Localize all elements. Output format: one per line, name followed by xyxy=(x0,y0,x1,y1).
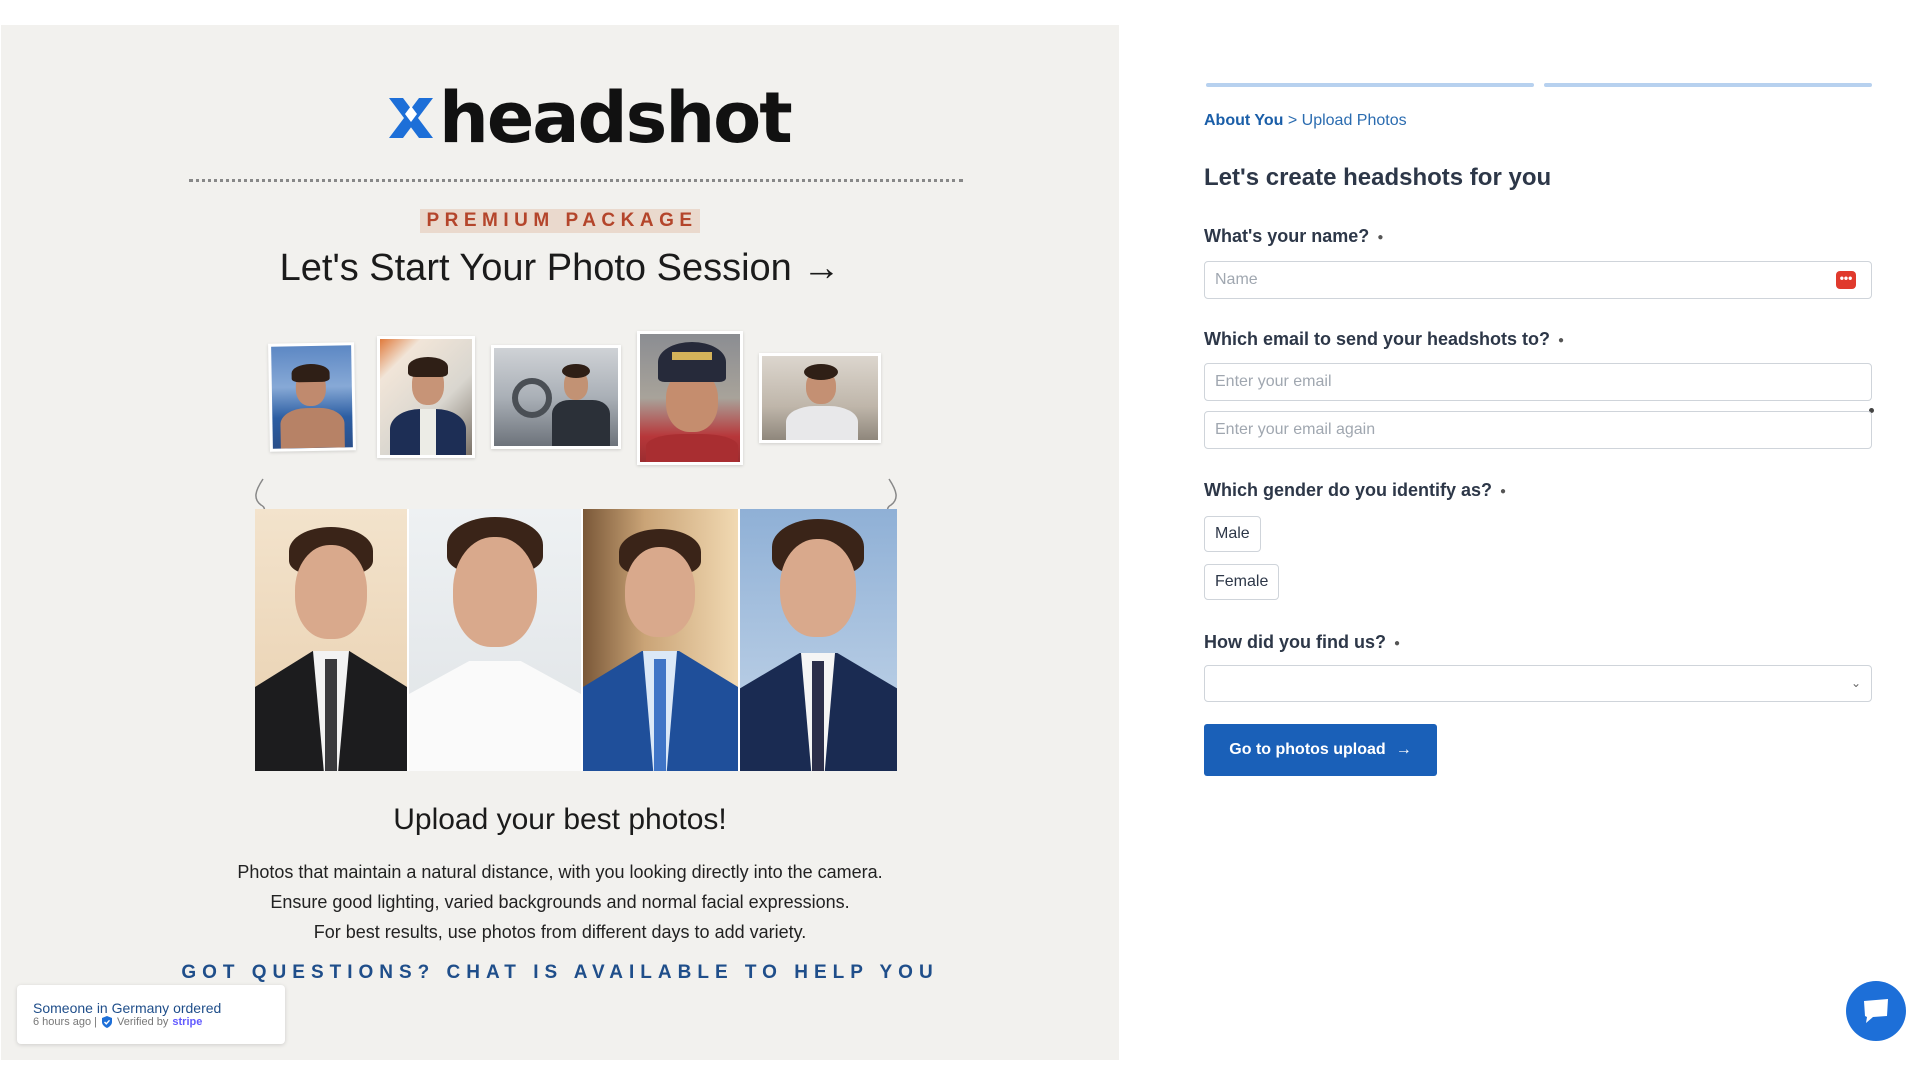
headshot-result xyxy=(583,509,738,771)
logo: headshot xyxy=(385,77,793,159)
verified-label: Verified by xyxy=(117,1016,169,1028)
email-placeholder: Enter your email xyxy=(1215,373,1332,390)
email-confirm-placeholder: Enter your email again xyxy=(1215,421,1376,438)
gender-label: Which gender do you identify as? ● xyxy=(1204,480,1507,500)
sample-photo xyxy=(491,345,621,449)
chevron-down-icon: ⌄ xyxy=(1850,676,1861,690)
promo-panel: headshot PREMIUM PACKAGE Let's Start You… xyxy=(1,25,1119,1060)
toast-message: Someone in Germany ordered xyxy=(33,1000,222,1016)
go-to-upload-label: Go to photos upload xyxy=(1229,741,1386,758)
logo-x-icon xyxy=(389,98,433,138)
upload-instructions: Photos that maintain a natural distance,… xyxy=(237,862,883,942)
breadcrumb-separator: > xyxy=(1287,112,1298,129)
verified-shield-icon xyxy=(102,1016,113,1028)
required-indicator: ● xyxy=(1393,637,1401,649)
headshot-result xyxy=(255,509,407,771)
stripe-logo: stripe xyxy=(172,1016,203,1028)
gender-option-female[interactable]: Female xyxy=(1204,564,1280,600)
name-label: What's your name? ● xyxy=(1204,226,1384,246)
required-indicator: ● xyxy=(1377,231,1384,243)
package-badge: PREMIUM PACKAGE xyxy=(420,209,700,233)
progress-step-1 xyxy=(1206,83,1534,87)
toast-time: 6 hours ago | xyxy=(33,1016,98,1028)
breadcrumb-current[interactable]: About You xyxy=(1204,112,1283,129)
chat-help-link[interactable]: GOT QUESTIONS? CHAT IS AVAILABLE TO HELP… xyxy=(1,962,1119,984)
headshot-result xyxy=(740,509,897,771)
sample-photo xyxy=(759,353,881,443)
headshot-results xyxy=(255,509,897,771)
name-input[interactable]: Name ••• xyxy=(1204,261,1872,299)
social-proof-toast[interactable]: Someone in Germany ordered 6 hours ago |… xyxy=(17,985,285,1044)
required-indicator: ● xyxy=(1500,485,1507,497)
divider xyxy=(189,179,963,182)
email-confirm-input[interactable]: Enter your email again xyxy=(1204,411,1872,449)
password-manager-icon[interactable]: ••• xyxy=(1836,271,1856,289)
breadcrumb-next[interactable]: Upload Photos xyxy=(1302,112,1407,129)
source-select[interactable]: ⌄ xyxy=(1204,665,1872,702)
headshot-result xyxy=(409,509,581,771)
source-label: How did you find us? ● xyxy=(1204,632,1401,652)
breadcrumb: About You > Upload Photos xyxy=(1204,112,1407,130)
logo-text: headshot xyxy=(439,77,793,159)
sample-photo xyxy=(268,342,356,452)
sample-photo xyxy=(637,331,743,465)
upload-title: Upload your best photos! xyxy=(393,803,727,836)
email-input[interactable]: Enter your email xyxy=(1204,363,1872,401)
progress-step-2 xyxy=(1544,83,1872,87)
chat-bubble-icon xyxy=(1864,999,1888,1023)
sample-photo xyxy=(377,336,475,458)
go-to-upload-button[interactable]: Go to photos upload → xyxy=(1204,724,1437,776)
chat-launcher-button[interactable] xyxy=(1846,981,1906,1041)
arrow-right-icon: → xyxy=(1395,741,1412,758)
session-title: Let's Start Your Photo Session → xyxy=(279,247,841,289)
name-placeholder: Name xyxy=(1215,271,1258,288)
required-indicator: ● xyxy=(1558,334,1565,346)
form-title: Let's create headshots for you xyxy=(1204,164,1552,191)
email-label: Which email to send your headshots to? ● xyxy=(1204,329,1565,349)
gender-option-male[interactable]: Male xyxy=(1204,516,1261,552)
